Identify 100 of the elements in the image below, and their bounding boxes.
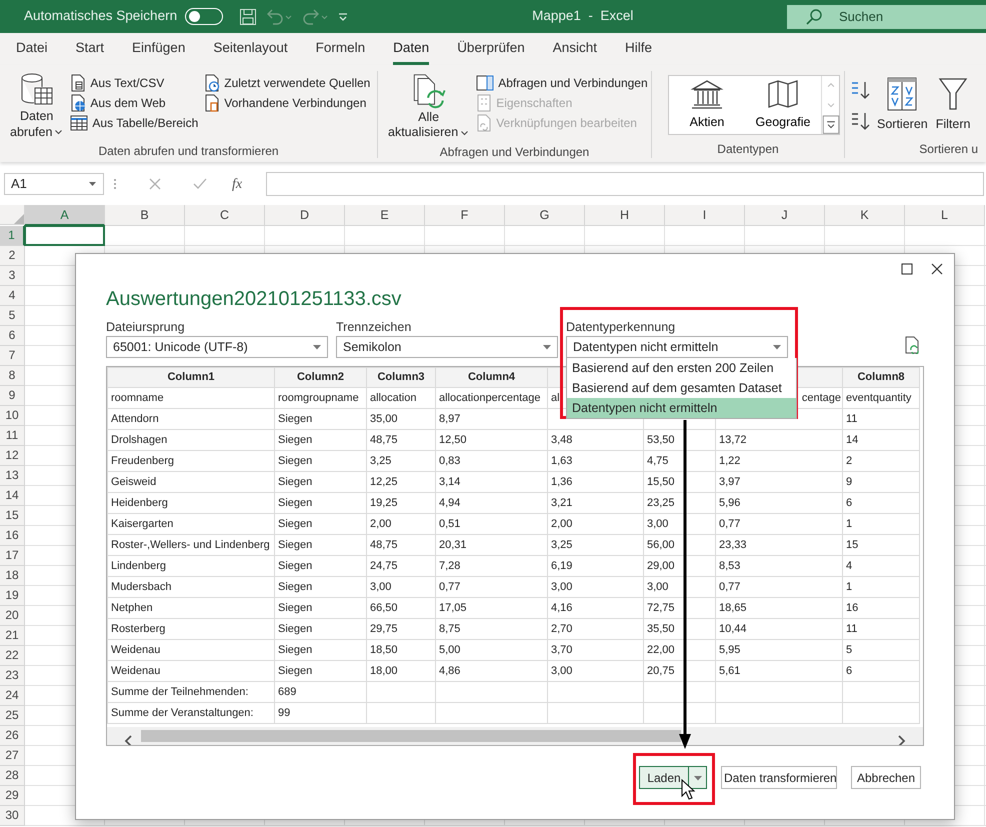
autosave-toggle[interactable] xyxy=(185,8,224,25)
menu-tab[interactable]: Seitenlayout xyxy=(213,38,288,65)
column-header[interactable]: D xyxy=(265,205,345,226)
sort-ascending-icon[interactable] xyxy=(849,79,871,102)
ribbon-button[interactable]: Aus dem Web xyxy=(69,93,200,113)
close-icon[interactable] xyxy=(930,262,944,276)
row-header[interactable]: 5 xyxy=(0,306,25,326)
dialog-button[interactable]: Daten transformieren xyxy=(721,766,837,789)
row-header[interactable]: 26 xyxy=(0,726,25,746)
maximize-icon[interactable] xyxy=(900,262,914,276)
dropdown-option[interactable]: Basierend auf dem gesamten Dataset xyxy=(567,378,796,398)
load-options-button[interactable] xyxy=(689,766,707,789)
row-header[interactable]: 16 xyxy=(0,526,25,546)
table-cell: 12,25 xyxy=(366,472,436,492)
row-header[interactable]: 18 xyxy=(0,566,25,586)
row-header[interactable]: 27 xyxy=(0,746,25,766)
menu-tab[interactable]: Formeln xyxy=(316,38,366,65)
row-header[interactable]: 13 xyxy=(0,466,25,486)
horizontal-scrollbar[interactable] xyxy=(107,727,923,745)
row-header[interactable]: 15 xyxy=(0,506,25,526)
dialog-button[interactable]: Abbrechen xyxy=(851,766,921,789)
column-header[interactable]: C xyxy=(185,205,265,226)
scrollbar-thumb[interactable] xyxy=(141,730,681,742)
refresh-document-icon[interactable] xyxy=(904,336,920,354)
table-cell: 6,19 xyxy=(548,556,644,576)
row-header[interactable]: 7 xyxy=(0,346,25,366)
column-header[interactable]: A xyxy=(25,205,105,226)
row-header[interactable]: 8 xyxy=(0,366,25,386)
dropdown-field[interactable]: 65001: Unicode (UTF-8) xyxy=(106,336,328,358)
table-cell: 6 xyxy=(842,492,920,514)
table-cell: 2,00 xyxy=(548,514,644,534)
gallery-tile[interactable]: Aktien xyxy=(669,78,745,132)
column-header[interactable]: G xyxy=(505,205,585,226)
row-header[interactable]: 21 xyxy=(0,626,25,646)
table-cell: Siegen xyxy=(274,556,366,576)
column-header[interactable]: E xyxy=(345,205,425,226)
ribbon-button[interactable]: Alle aktualisieren xyxy=(386,71,472,143)
menu-tab[interactable]: Überprüfen xyxy=(457,38,525,65)
table-cell: Summe der Veranstaltungen: xyxy=(108,702,274,724)
dropdown-field[interactable]: Semikolon xyxy=(336,336,558,358)
expand-gallery-icon[interactable] xyxy=(822,114,840,134)
row-header[interactable]: 2 xyxy=(0,246,25,266)
column-header[interactable]: I xyxy=(665,205,745,226)
save-icon[interactable] xyxy=(239,8,258,26)
row-header[interactable]: 10 xyxy=(0,406,25,426)
ribbon-button[interactable]: Aus Tabelle/Bereich xyxy=(69,113,200,133)
row-header[interactable]: 14 xyxy=(0,486,25,506)
column-header[interactable]: B xyxy=(105,205,185,226)
row-header[interactable]: 29 xyxy=(0,786,25,806)
row-header[interactable]: 4 xyxy=(0,286,25,306)
dropdown-option[interactable]: Datentypen nicht ermitteln xyxy=(567,398,796,418)
ribbon-button[interactable]: Abfragen und Verbindungen xyxy=(475,73,649,93)
row-header[interactable]: 9 xyxy=(0,386,25,406)
row-header[interactable]: 19 xyxy=(0,586,25,606)
selected-cell[interactable] xyxy=(24,225,105,246)
menu-tab[interactable]: Hilfe xyxy=(625,38,652,65)
load-button[interactable]: Laden xyxy=(639,766,689,789)
menu-tab[interactable]: Ansicht xyxy=(552,38,598,65)
text-document-icon xyxy=(70,74,86,92)
row-header[interactable]: 11 xyxy=(0,426,25,446)
scroll-left-icon[interactable] xyxy=(123,734,133,745)
column-header[interactable]: H xyxy=(585,205,665,226)
row-header[interactable]: 6 xyxy=(0,326,25,346)
dropdown-option[interactable]: Basierend auf den ersten 200 Zeilen xyxy=(567,358,796,378)
row-header[interactable]: 12 xyxy=(0,446,25,466)
table-cell: eventquantity xyxy=(842,388,920,408)
column-header[interactable]: J xyxy=(745,205,825,226)
menu-tab[interactable]: Start xyxy=(76,38,104,65)
scroll-right-icon[interactable] xyxy=(897,734,907,745)
row-header[interactable]: 22 xyxy=(0,646,25,666)
table-cell: Roster-,Wellers- und Lindenberg xyxy=(108,534,274,556)
row-header[interactable]: 25 xyxy=(0,706,25,726)
row-header[interactable]: 24 xyxy=(0,686,25,706)
menu-tab[interactable]: Einfügen xyxy=(132,38,186,65)
gallery-tile[interactable]: Geografie xyxy=(745,78,821,132)
menu-tab[interactable]: Datei xyxy=(16,38,48,65)
row-header[interactable]: 30 xyxy=(0,806,25,826)
row-header[interactable]: 1 xyxy=(0,226,25,246)
column-header[interactable]: F xyxy=(425,205,505,226)
table-cell: 35,50 xyxy=(644,618,716,640)
dropdown-field[interactable]: Datentypen nicht ermitteln xyxy=(566,336,788,358)
row-header[interactable]: 17 xyxy=(0,546,25,566)
row-header[interactable]: 28 xyxy=(0,766,25,786)
row-header[interactable]: 23 xyxy=(0,666,25,686)
table-cell: Siegen xyxy=(274,492,366,514)
name-box[interactable]: A1 xyxy=(4,173,104,195)
column-header[interactable]: L xyxy=(905,205,985,226)
row-header[interactable]: 20 xyxy=(0,606,25,626)
ribbon-button[interactable]: Vorhandene Verbindungen xyxy=(203,93,372,113)
ribbon-button[interactable]: Zuletzt verwendete Quellen xyxy=(203,73,372,93)
ribbon-button[interactable]: Daten abrufen xyxy=(8,71,66,142)
ribbon-button[interactable]: Filtern xyxy=(934,71,972,140)
ribbon-button[interactable]: Aus Text/CSV xyxy=(69,73,200,93)
column-header[interactable]: K xyxy=(825,205,905,226)
table-cell: Siegen xyxy=(274,472,366,492)
search-field[interactable]: Suchen xyxy=(787,4,986,28)
formula-input[interactable] xyxy=(266,172,984,196)
insert-function-button[interactable]: fx xyxy=(232,174,242,194)
ribbon-button[interactable]: Sortieren xyxy=(875,71,930,140)
row-header[interactable]: 3 xyxy=(0,266,25,286)
